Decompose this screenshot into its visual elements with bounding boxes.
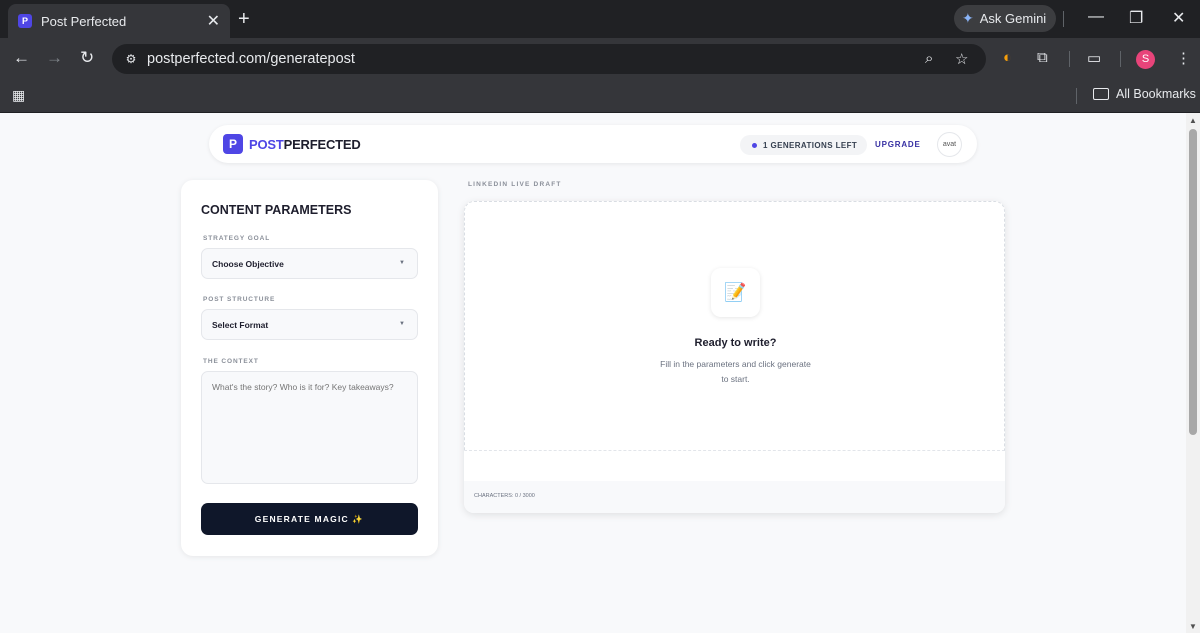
browser-toolbar: ← → ↻ ⚙ postperfected.com/generatepost ⌕… [0,38,1200,80]
generate-magic-button[interactable]: GENERATE MAGIC ✨ [201,503,418,535]
draft-footer: CHARACTERS: 0 / 3000 [464,481,1005,513]
address-bar[interactable]: ⚙ postperfected.com/generatepost ⌕ ☆ [112,44,986,74]
generations-badge: 1 GENERATIONS LEFT [740,135,868,155]
post-structure-label: POST STRUCTURE [203,296,276,303]
app-header: P POSTPERFECTED 1 GENERATIONS LEFT UPGRA… [209,125,977,163]
gemini-label: Ask Gemini [979,11,1047,26]
minimize-icon[interactable]: — [1088,8,1104,26]
memo-icon: 📝 [711,268,760,317]
generations-left-text: 1 GENERATIONS LEFT [763,140,858,150]
context-input[interactable] [201,371,418,484]
post-structure-value: Select Format [212,320,269,330]
close-icon[interactable]: ✕ [1172,8,1185,28]
page-viewport: P POSTPERFECTED 1 GENERATIONS LEFT UPGRA… [0,113,1186,633]
brand-part-2: PERFECTED [283,137,361,152]
new-tab-icon[interactable]: + [238,8,250,31]
url-text[interactable]: postperfected.com/generatepost [147,51,355,67]
tab-close-icon[interactable]: ✕ [207,11,220,31]
character-count: CHARACTERS: 0 / 3000 [474,493,535,499]
folder-icon [1093,88,1109,100]
site-info-icon[interactable]: ⚙ [122,50,140,68]
status-dot-icon [752,142,757,148]
restore-icon[interactable]: ❐ [1129,8,1143,28]
post-structure-select[interactable]: Select Format ▼ [201,309,418,340]
apps-icon[interactable]: ▦ [12,87,25,104]
zoom-icon[interactable]: ⌕ [925,50,933,67]
divider [1063,11,1064,27]
draft-label: LINKEDIN LIVE DRAFT [468,181,562,188]
forward-icon[interactable]: → [46,48,63,68]
logo-icon[interactable]: P [223,134,243,154]
chevron-down-icon: ▼ [399,260,405,266]
chevron-down-icon: ▼ [399,321,405,327]
context-label: THE CONTEXT [203,358,259,365]
browser-tab[interactable]: P Post Perfected ✕ [8,4,230,38]
divider [1076,88,1077,104]
ask-gemini-button[interactable]: ✦ Ask Gemini [954,5,1057,32]
star-icon[interactable]: ☆ [955,50,968,68]
puzzle-icon[interactable]: ⧉ [1037,49,1048,66]
menu-icon[interactable]: ⋮ [1176,49,1191,67]
panel-title: CONTENT PARAMETERS [201,203,352,217]
brand-part-1: POST [249,137,284,152]
divider [1069,51,1070,67]
ready-title: Ready to write? [694,337,777,349]
scrollbar-thumb[interactable] [1189,129,1197,435]
ready-hint: Fill in the parameters and click generat… [660,359,811,384]
extension-icon[interactable]: ◐ [1003,49,1012,66]
strategy-goal-label: STRATEGY GOAL [203,235,271,242]
scroll-down-icon[interactable]: ▼ [1189,622,1197,631]
profile-avatar[interactable]: S [1136,50,1155,69]
divider [1120,51,1121,67]
tab-title: Post Perfected [41,13,127,29]
content-parameters-panel: CONTENT PARAMETERS STRATEGY GOAL Choose … [181,180,438,556]
bookmarks-bar: ▦ All Bookmarks [0,80,1200,113]
favicon-icon: P [18,14,32,28]
browser-tabbar: P Post Perfected ✕ + ✦ Ask Gemini — ❐ ✕ [0,0,1200,38]
tab-search-icon[interactable]: ▭ [1087,49,1101,67]
strategy-goal-value: Choose Objective [212,259,284,269]
gemini-star-icon: ✦ [962,10,974,26]
upgrade-button[interactable]: UPGRADE [875,140,921,149]
back-icon[interactable]: ← [13,48,30,68]
all-bookmarks-button[interactable]: All Bookmarks [1093,87,1196,101]
all-bookmarks-label: All Bookmarks [1116,87,1196,101]
scroll-up-icon[interactable]: ▲ [1189,116,1197,125]
page-scrollbar[interactable]: ▲ ▼ [1186,113,1200,633]
brand-name[interactable]: POSTPERFECTED [249,137,361,152]
avatar[interactable]: avat [937,132,962,157]
draft-area[interactable]: 📝 Ready to write? Fill in the parameters… [464,201,1005,451]
strategy-goal-select[interactable]: Choose Objective ▼ [201,248,418,279]
linkedin-draft-panel: 📝 Ready to write? Fill in the parameters… [464,201,1005,513]
reload-icon[interactable]: ↻ [80,48,94,68]
